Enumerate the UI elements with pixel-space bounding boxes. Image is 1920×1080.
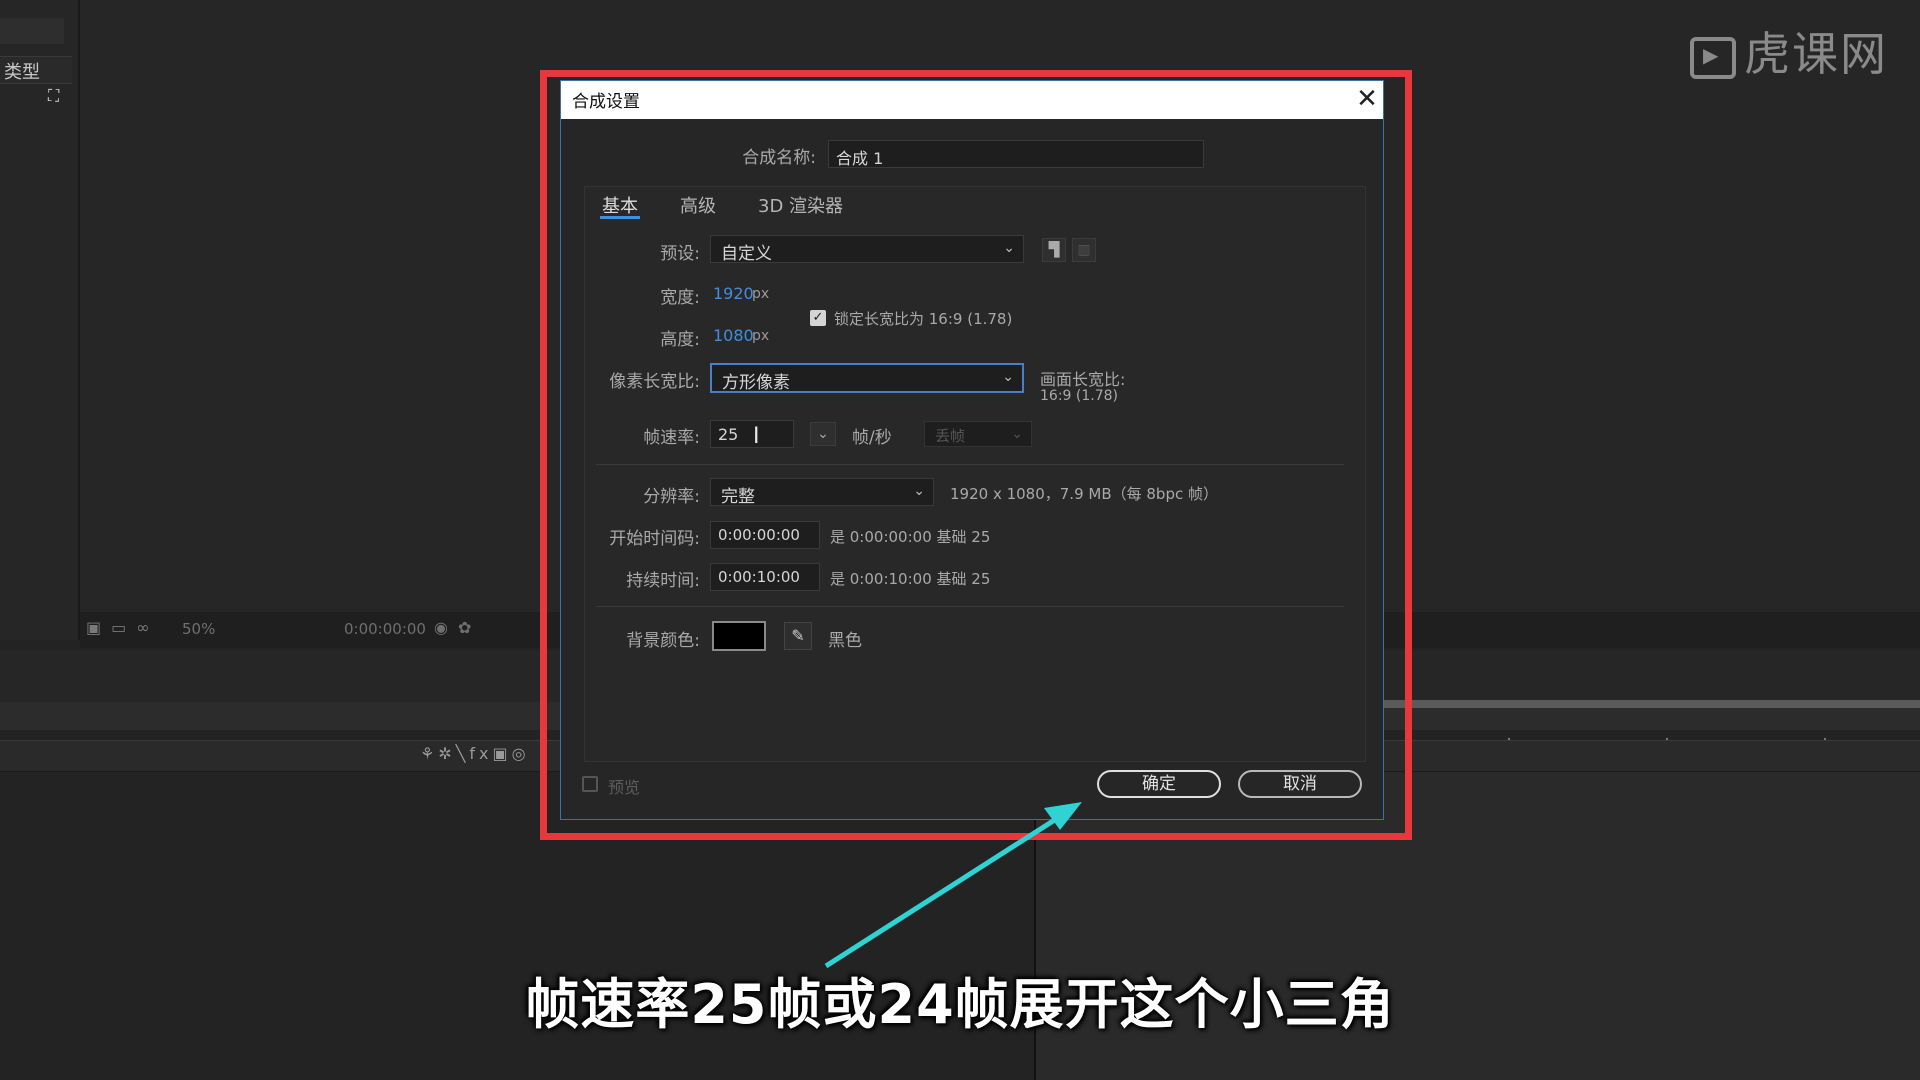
annotation-arrow <box>824 802 1082 969</box>
subtitle-caption: 帧速率25帧或24帧展开这个小三角 <box>525 973 1395 1036</box>
arrow-shaft <box>824 811 1066 969</box>
